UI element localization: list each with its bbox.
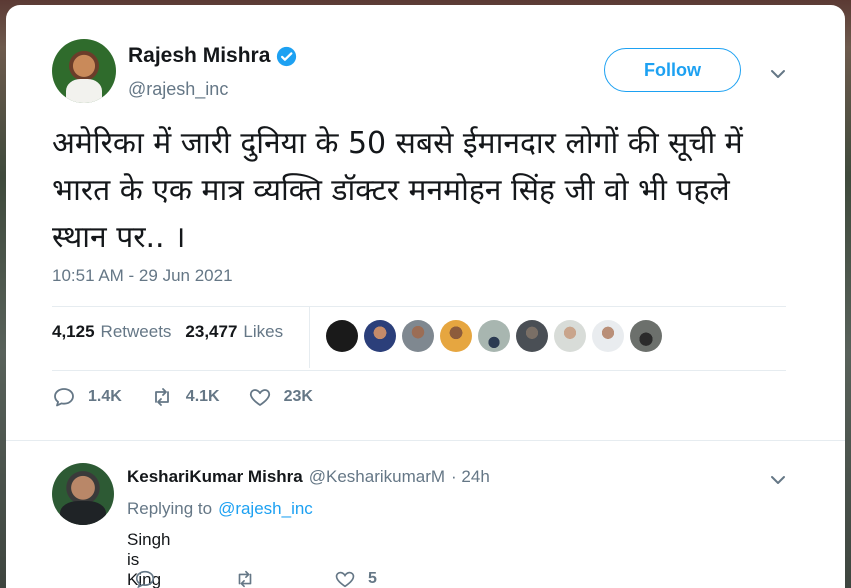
divider [52,370,786,371]
liker-avatar[interactable] [478,320,510,352]
reply-count: 1.4K [88,388,122,405]
like-icon [335,571,355,588]
retweet-icon [154,388,169,406]
chevron-down-icon[interactable] [768,470,788,490]
reply-button[interactable]: 1.4K [52,385,122,409]
stats-separator [309,306,310,368]
retweet-icon [238,570,252,588]
reply-icon [54,388,74,407]
reply-time[interactable]: · 24h [451,467,490,487]
retweets-count: 4,125 [52,322,95,341]
reply-author-avatar[interactable] [52,463,114,525]
liker-avatar[interactable] [364,320,396,352]
liker-avatar[interactable] [516,320,548,352]
engagement-stats: 4,125 Retweets 23,477 Likes [52,322,283,342]
liker-avatar[interactable] [440,320,472,352]
liker-avatar[interactable] [592,320,624,352]
reply-author-name[interactable]: KeshariKumar Mishra [127,467,303,487]
replying-to: Replying to @rajesh_inc [127,499,313,519]
author-name-row[interactable]: Rajesh Mishra [128,44,297,68]
reply-icon [135,570,155,588]
like-button[interactable]: 23K [248,385,313,409]
reply-like-count: 5 [368,570,377,587]
retweets-stat[interactable]: 4,125 Retweets [52,322,171,342]
like-icon [249,389,270,406]
reply-author-handle[interactable]: @KesharikumarM [309,467,445,487]
reply-reply-button[interactable] [134,568,156,588]
reply-header: KeshariKumar Mishra @KesharikumarM · 24h [127,467,490,487]
author-avatar[interactable] [52,39,116,103]
retweet-count: 4.1K [185,388,220,405]
retweet-button[interactable]: 4.1K [150,385,220,409]
tweet-text: अमेरिका में जारी दुनिया के 50 सबसे ईमानद… [52,126,743,255]
section-divider [6,440,845,441]
liker-avatar[interactable] [630,320,662,352]
author-handle[interactable]: @rajesh_inc [128,79,228,100]
follow-button[interactable]: Follow [604,48,741,92]
tweet-actions: 1.4K 4.1K 23K [52,385,313,409]
author-name[interactable]: Rajesh Mishra [128,44,270,68]
replying-prefix: Replying to [127,499,213,518]
reply-like-button[interactable]: 5 [334,568,377,588]
liker-avatar[interactable] [402,320,434,352]
divider [52,306,786,307]
likes-label: Likes [243,322,284,341]
retweets-label: Retweets [100,322,172,341]
likes-count: 23,477 [185,322,238,341]
likes-stat[interactable]: 23,477 Likes [185,322,283,342]
tweet-timestamp[interactable]: 10:51 AM - 29 Jun 2021 [52,266,233,286]
like-count: 23K [283,388,313,405]
replying-handle-link[interactable]: @rajesh_inc [218,499,313,519]
reply-actions: 5 [134,568,377,588]
reply-retweet-button[interactable] [234,568,256,588]
liker-avatar[interactable] [326,320,358,352]
liker-avatar[interactable] [554,320,586,352]
verified-badge-icon [277,46,297,66]
liker-avatars [326,320,662,352]
chevron-down-icon[interactable] [768,64,788,84]
